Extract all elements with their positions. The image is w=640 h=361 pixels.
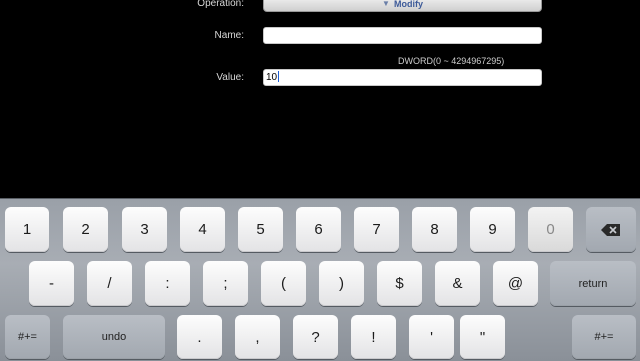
value-range-hint: DWORD(0 ~ 4294967295) (398, 56, 505, 66)
name-field[interactable] (263, 27, 542, 44)
value-field-text: 10 (266, 72, 278, 83)
key-2[interactable]: 2 (63, 207, 108, 252)
onscreen-keyboard: 1 2 3 4 5 6 7 8 9 0 - / : ; ( ) $ & @ re… (0, 198, 640, 361)
delete-key[interactable] (586, 207, 636, 252)
key-3[interactable]: 3 (122, 207, 167, 252)
value-label: Value: (216, 72, 244, 83)
key-quote[interactable]: " (460, 315, 505, 359)
symbols-shift-key-right[interactable]: #+= (572, 315, 636, 359)
operation-value: Modify (393, 0, 423, 9)
key-colon[interactable]: : (145, 261, 190, 306)
operation-select[interactable]: ▼ Modify (263, 0, 542, 12)
key-8[interactable]: 8 (412, 207, 457, 252)
key-1[interactable]: 1 (5, 207, 49, 252)
key-9[interactable]: 9 (470, 207, 515, 252)
key-0[interactable]: 0 (528, 207, 573, 252)
key-7[interactable]: 7 (354, 207, 399, 252)
key-open-paren[interactable]: ( (261, 261, 306, 306)
key-period[interactable]: . (177, 315, 222, 359)
key-slash[interactable]: / (87, 261, 132, 306)
return-key[interactable]: return (550, 261, 636, 306)
operation-label: Operation: (197, 0, 244, 9)
key-close-paren[interactable]: ) (319, 261, 364, 306)
value-field[interactable]: 10 (263, 69, 542, 86)
backspace-icon (601, 223, 620, 236)
undo-key[interactable]: undo (63, 315, 165, 359)
key-comma[interactable]: , (235, 315, 280, 359)
text-cursor (278, 71, 280, 82)
key-4[interactable]: 4 (180, 207, 225, 252)
key-6[interactable]: 6 (296, 207, 341, 252)
key-exclamation[interactable]: ! (351, 315, 396, 359)
key-question[interactable]: ? (293, 315, 338, 359)
key-minus[interactable]: - (29, 261, 74, 306)
edit-value-form: Operation: ▼ Modify Name: DWORD(0 ~ 4294… (0, 0, 640, 198)
key-at[interactable]: @ (493, 261, 538, 306)
dropdown-arrow-icon: ▼ (382, 0, 390, 8)
name-label: Name: (214, 30, 244, 41)
symbols-shift-key-left[interactable]: #+= (5, 315, 50, 359)
key-ampersand[interactable]: & (435, 261, 480, 306)
key-apostrophe[interactable]: ' (409, 315, 454, 359)
key-5[interactable]: 5 (238, 207, 283, 252)
key-dollar[interactable]: $ (377, 261, 422, 306)
key-semicolon[interactable]: ; (203, 261, 248, 306)
